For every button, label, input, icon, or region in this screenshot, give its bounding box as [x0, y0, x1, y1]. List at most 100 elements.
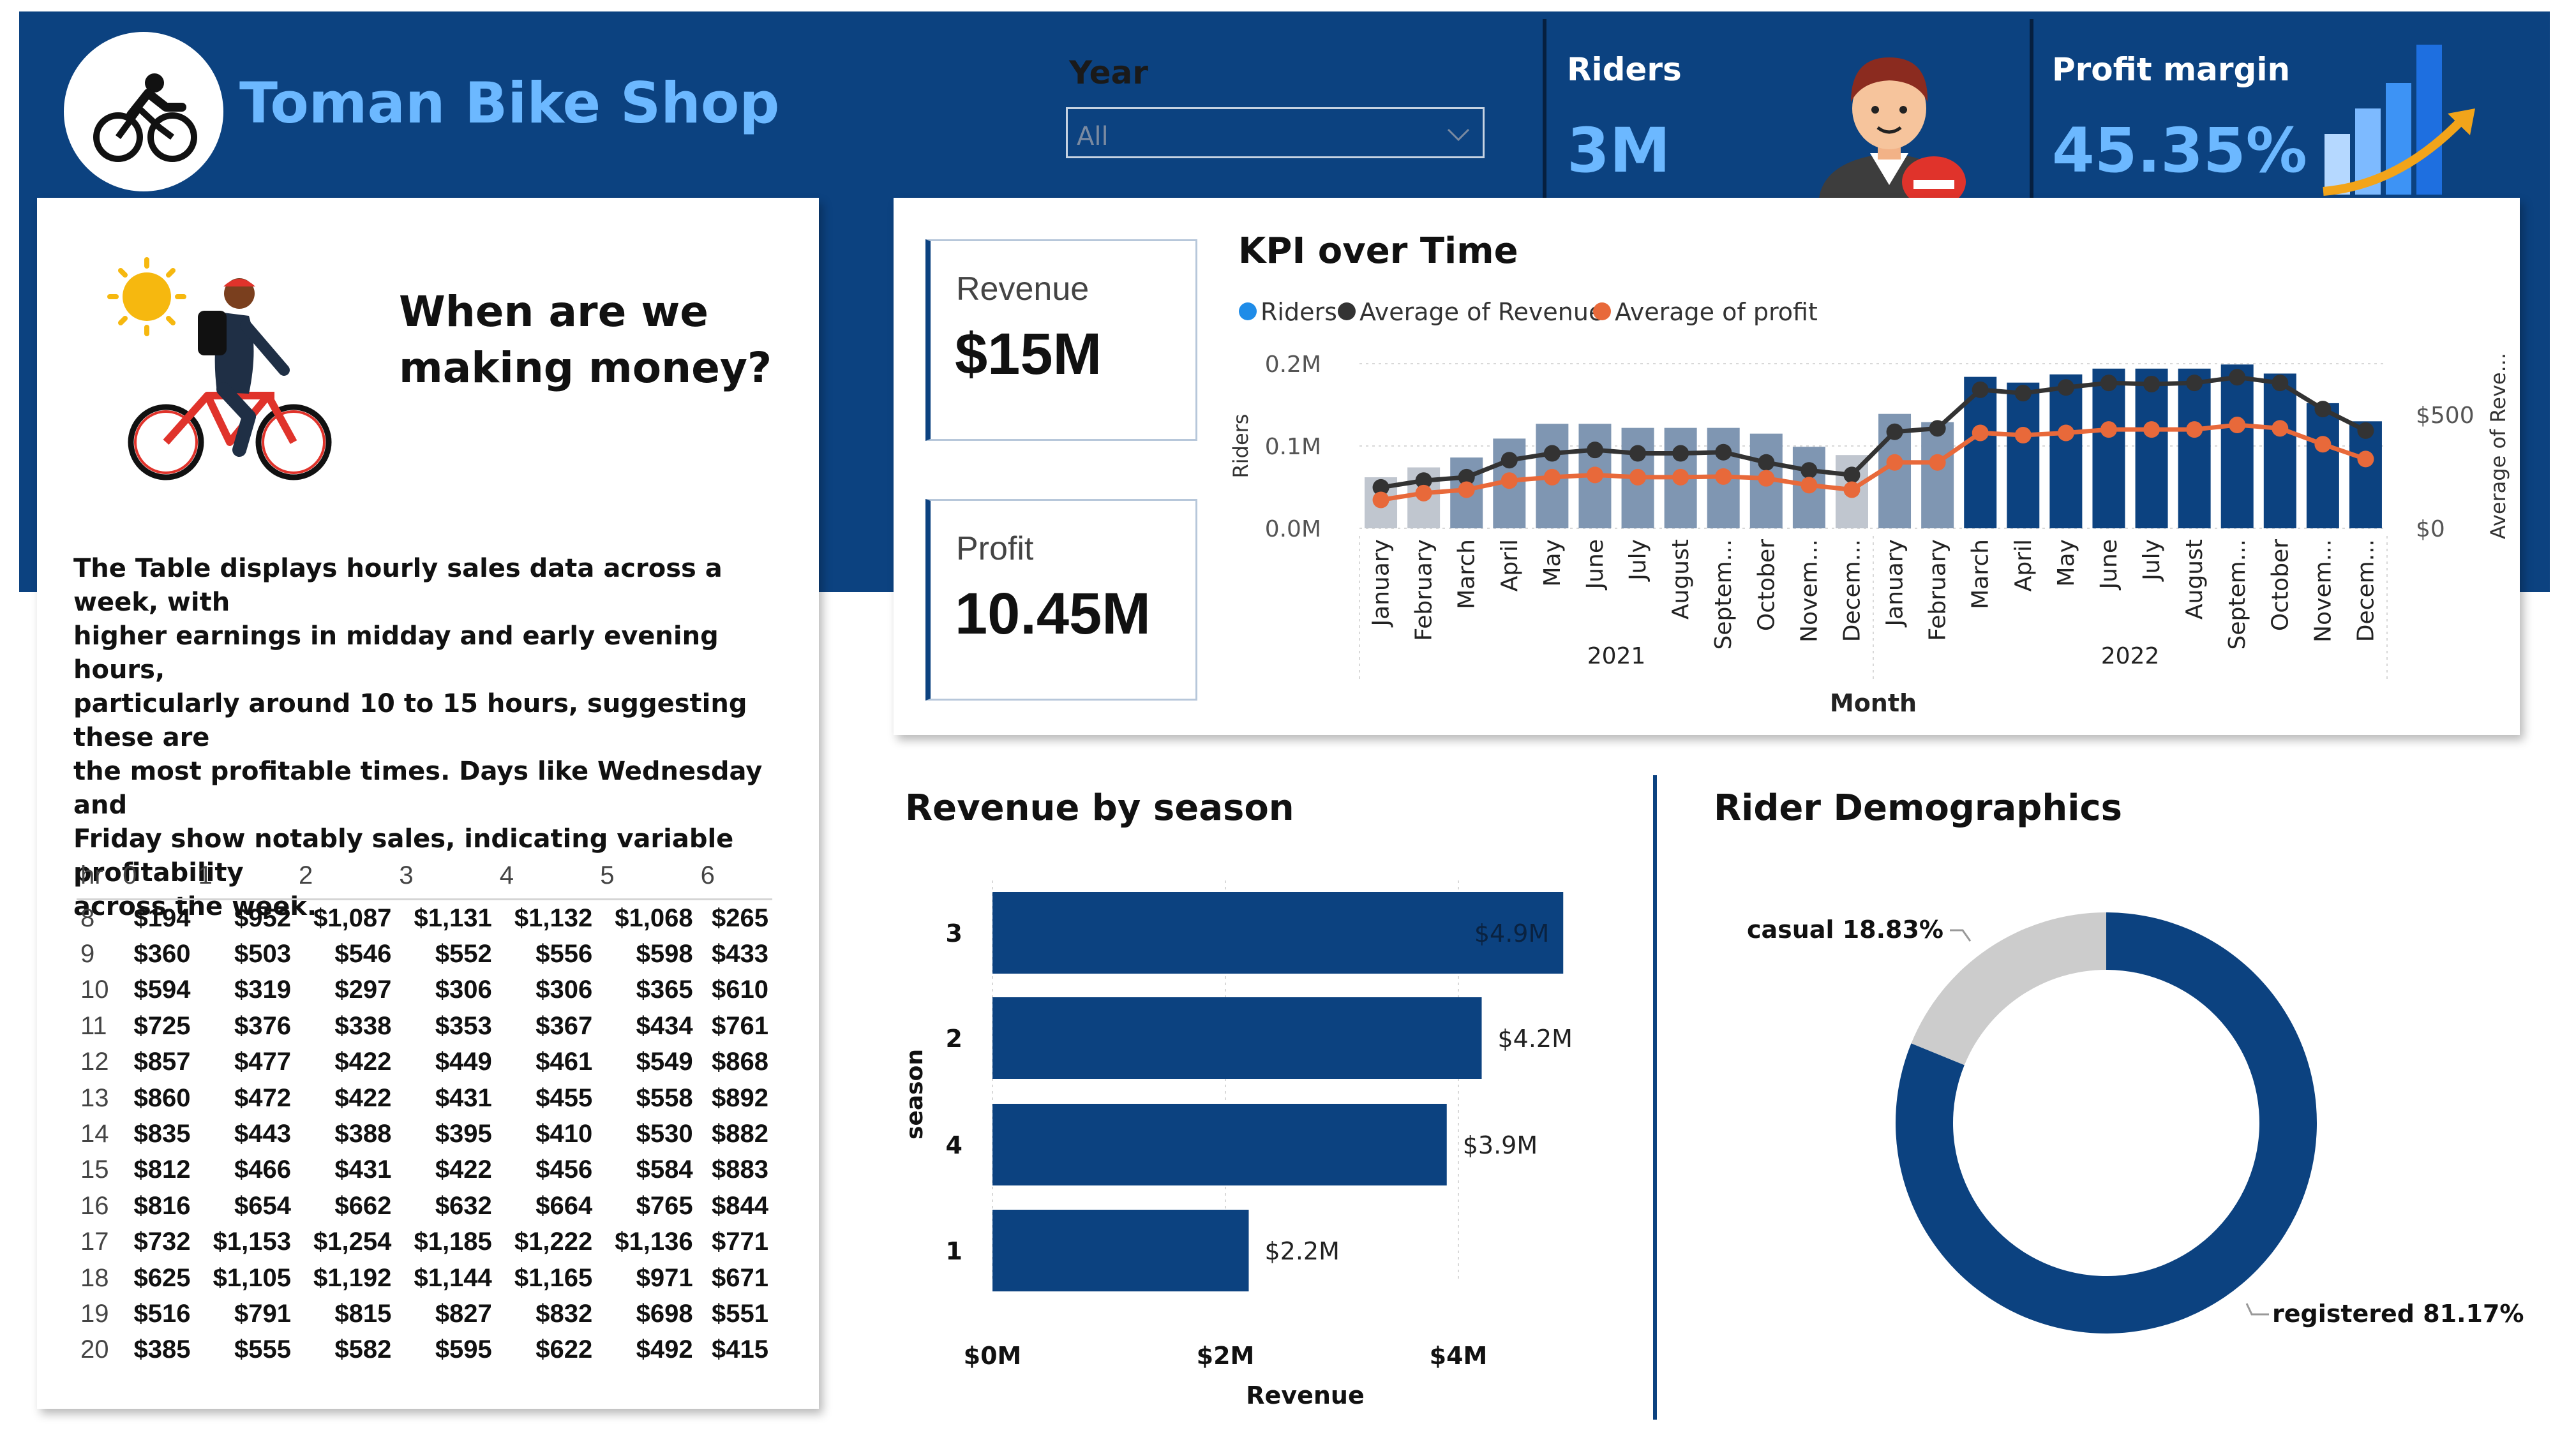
sales-cell: $662 [334, 1191, 392, 1220]
legend-label: Average of profit [1615, 298, 1818, 326]
hour-cell: 12 [80, 1048, 109, 1076]
revenue-point [2272, 375, 2289, 392]
season-value-label: $3.9M [1463, 1131, 1538, 1159]
profit-point [1501, 472, 1518, 489]
month-tick-label: February [1925, 539, 1951, 641]
y-tick-label: 0.2M [1265, 352, 1321, 378]
sales-cell: $433 [712, 940, 768, 969]
sales-cell: $1,132 [514, 903, 593, 932]
month-tick-label: January [1882, 539, 1908, 627]
revenue-point [2357, 422, 2374, 439]
month-tick-label: August [2182, 539, 2208, 620]
sales-cell: $395 [435, 1120, 492, 1148]
year-slicer-value: All [1077, 122, 1109, 151]
sales-cell: $556 [535, 940, 593, 969]
sales-cell: $422 [334, 1048, 392, 1076]
sales-cell: $415 [712, 1335, 768, 1364]
chart-title: KPI over Time [1238, 230, 1518, 272]
riders-bar [2135, 368, 2168, 528]
revenue-point [1972, 381, 1989, 398]
sales-cell: $732 [133, 1228, 191, 1256]
month-tick-label: July [1625, 539, 1651, 582]
table-row: 8 $194 $952 $1,087 $1,131 $1,132 $1,068 $265 [77, 900, 772, 937]
sales-cell: $598 [636, 940, 693, 969]
matrix-header-cell: hr [77, 852, 119, 900]
profit-point [2357, 450, 2374, 468]
revenue-point [2014, 385, 2032, 402]
sales-cell: $555 [234, 1335, 291, 1364]
year-slicer-label: Year [1069, 54, 1148, 91]
revenue-point [1543, 445, 1561, 462]
season-value-label: $4.9M [1474, 919, 1549, 947]
sales-cell: $971 [636, 1263, 693, 1292]
leader-line [1950, 929, 1972, 942]
season-category-label: 4 [946, 1131, 962, 1159]
matrix-header-cell: 1 [194, 852, 295, 900]
profit-point [2014, 427, 2032, 444]
rider-demographics-chart: Rider Demographics registered 81.17% casua… [1714, 787, 2524, 1333]
revenue-point [2314, 401, 2332, 418]
sales-cell: $1,153 [213, 1228, 291, 1256]
revenue-card-value: $15M [955, 322, 1102, 387]
month-tick-label: March [1454, 539, 1480, 609]
sales-cell: $551 [712, 1299, 768, 1328]
sales-cell: $815 [334, 1299, 392, 1328]
legend-label: Average of Revenue [1359, 298, 1603, 326]
riders-kpi-title: Riders [1567, 51, 1682, 88]
legend-marker [1593, 302, 1611, 320]
sales-cell: $385 [133, 1335, 191, 1364]
revenue-point [1801, 462, 1818, 479]
sales-cell: $455 [535, 1083, 593, 1112]
sales-cell: $835 [133, 1120, 191, 1148]
sales-cell: $434 [636, 1011, 693, 1040]
table-row: 9 $360 $503 $546 $552 $556 $598 $433 [77, 936, 772, 972]
month-tick-label: April [1497, 539, 1523, 591]
sales-cell: $952 [234, 903, 291, 932]
sales-cell: $558 [636, 1083, 693, 1112]
month-tick-label: Novem... [1796, 539, 1822, 643]
sales-cell: $868 [712, 1048, 768, 1076]
sales-cell: $265 [712, 903, 768, 932]
sales-cell: $765 [636, 1191, 693, 1220]
matrix-header-cell: 0 [119, 852, 195, 900]
sales-cell: $431 [435, 1083, 492, 1112]
matrix-header-cell: 3 [395, 852, 496, 900]
year-slicer-dropdown[interactable]: All [1066, 107, 1485, 158]
chevron-down-icon [1447, 128, 1470, 142]
profit-point [1758, 470, 1775, 487]
month-tick-label: August [1668, 539, 1694, 620]
profit-point [2314, 436, 2332, 453]
month-tick-label: February [1411, 539, 1437, 641]
x-tick-label: $4M [1430, 1342, 1488, 1370]
revenue-point [2186, 375, 2203, 392]
profit-margin-kpi-title: Profit margin [2052, 51, 2291, 88]
table-row: 11 $725 $376 $338 $353 $367 $434 $761 [77, 1008, 772, 1044]
sales-cell: $353 [435, 1011, 492, 1040]
growth-chart-icon [2323, 45, 2475, 196]
sales-cell: $892 [712, 1083, 768, 1112]
table-row: 16 $816 $654 $662 $632 $664 $765 $844 [77, 1188, 772, 1224]
divider [1653, 775, 1657, 1420]
sales-cell: $503 [234, 940, 291, 969]
revenue-by-season-chart: Revenue by season $0M $2M $4M 3 $4.9M 2 $4.2M 4 $… [902, 787, 1573, 1409]
sales-cell: $449 [435, 1048, 492, 1076]
rider-avatar-icon [1819, 57, 1966, 198]
revenue-point [1672, 445, 1689, 462]
sales-cell: $388 [334, 1120, 392, 1148]
x-axis-label: Month [1830, 689, 1917, 717]
table-row: 10 $594 $319 $297 $306 $306 $365 $610 [77, 972, 772, 1008]
hour-cell: 13 [80, 1083, 109, 1112]
hour-cell: 11 [80, 1011, 107, 1040]
sales-cell: $546 [334, 940, 392, 969]
profit-point [2057, 424, 2074, 442]
month-tick-label: October [2267, 539, 2293, 631]
profit-point [2186, 421, 2203, 438]
sales-cell: $1,254 [313, 1228, 392, 1256]
riders-bar [2263, 373, 2296, 528]
season-bar [992, 1210, 1249, 1291]
profit-margin-kpi-value: 45.35% [2052, 115, 2307, 186]
month-tick-label: May [2053, 539, 2079, 586]
revenue-point [2143, 375, 2160, 392]
profit-point [1543, 468, 1561, 486]
profit-point [1972, 424, 1989, 442]
